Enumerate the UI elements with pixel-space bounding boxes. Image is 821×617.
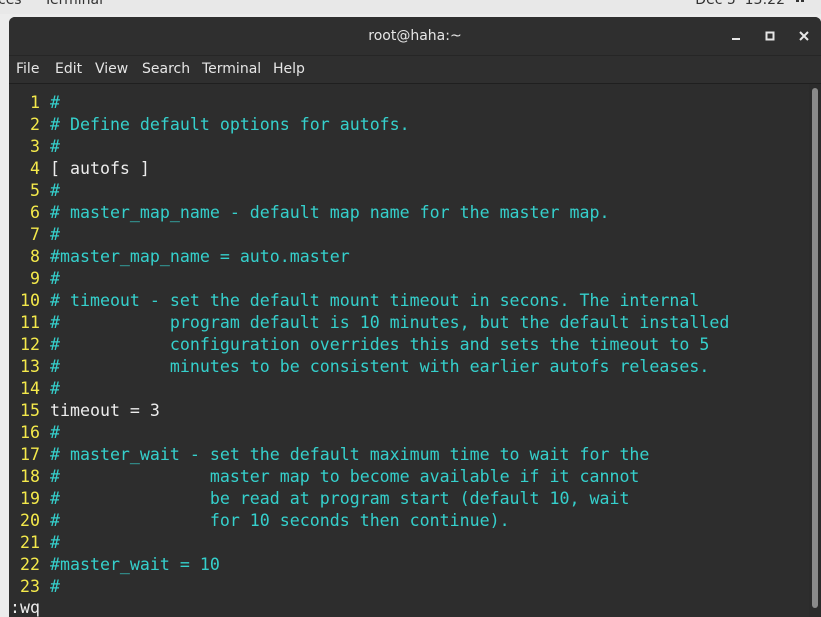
line-text: #	[50, 93, 60, 112]
line-text: # master_map_name - default map name for…	[50, 203, 610, 222]
line-number: 14	[20, 379, 40, 398]
editor-line: 8 #master_map_name = auto.master	[10, 246, 350, 268]
maximize-icon	[765, 31, 775, 41]
clock-label[interactable]: Dec 5 13:22	[695, 0, 785, 8]
close-button[interactable]	[794, 26, 814, 46]
system-menu-icon[interactable]	[795, 0, 811, 6]
scrollbar[interactable]	[809, 84, 821, 617]
menu-file[interactable]: File	[16, 61, 39, 77]
line-number: 21	[20, 533, 40, 552]
line-number: 17	[20, 445, 40, 464]
line-text: # master_wait - set the default maximum …	[50, 445, 650, 464]
editor-line: 19 # be read at program start (default 10…	[10, 488, 629, 510]
line-text: #	[50, 423, 60, 442]
line-text: [ autofs ]	[50, 159, 150, 178]
line-number: 16	[20, 423, 40, 442]
line-number: 13	[20, 357, 40, 376]
line-number: 20	[20, 511, 40, 530]
editor-line: 7 #	[10, 224, 60, 246]
line-text: # for 10 seconds then continue).	[50, 511, 510, 530]
window-title: root@haha:~	[368, 28, 462, 44]
editor-line: 2 # Define default options for autofs.	[10, 114, 410, 136]
minimize-button[interactable]	[726, 26, 746, 46]
line-text: #	[50, 225, 60, 244]
minimize-icon	[732, 38, 740, 40]
editor-line: 16 #	[10, 422, 60, 444]
line-text: # minutes to be consistent with earlier …	[50, 357, 710, 376]
line-text: # be read at program start (default 10, …	[50, 489, 630, 508]
editor-line: 18 # master map to become available if it…	[10, 466, 639, 488]
vim-command-line[interactable]: :wq	[10, 597, 40, 617]
scrollbar-thumb[interactable]	[812, 88, 818, 608]
editor-line: 14 #	[10, 378, 60, 400]
editor-line: 10 # timeout - set the default mount time…	[10, 290, 699, 312]
line-text: #master_wait = 10	[50, 555, 220, 574]
line-text: #	[50, 533, 60, 552]
desktop-top-bar: ces Terminal Dec 5 13:22	[0, 0, 821, 14]
editor-line: 6 # master_map_name - default map name fo…	[10, 202, 609, 224]
editor-line: 4 [ autofs ]	[10, 158, 150, 180]
line-text: timeout = 3	[50, 401, 160, 420]
line-number: 15	[20, 401, 40, 420]
line-text: # master map to become available if it c…	[50, 467, 640, 486]
line-number: 23	[20, 577, 40, 596]
line-number: 12	[20, 335, 40, 354]
menu-terminal[interactable]: Terminal	[202, 61, 261, 77]
line-text: # timeout - set the default mount timeou…	[50, 291, 700, 310]
terminal-content[interactable]: :wq 1 #2 # Define default options for auto…	[9, 84, 809, 617]
editor-line: 21 #	[10, 532, 60, 554]
editor-line: 12 # configuration overrides this and set…	[10, 334, 709, 356]
line-number: 19	[20, 489, 40, 508]
line-number: 7	[30, 225, 40, 244]
editor-line: 13 # minutes to be consistent with earlie…	[10, 356, 709, 378]
editor-line: 9 #	[10, 268, 60, 290]
maximize-button[interactable]	[760, 26, 780, 46]
line-number: 4	[30, 159, 40, 178]
line-number: 6	[30, 203, 40, 222]
line-text: #	[50, 181, 60, 200]
editor-line: 5 #	[10, 180, 60, 202]
line-number: 22	[20, 555, 40, 574]
activities-label[interactable]: ces Terminal	[0, 0, 103, 8]
line-text: # configuration overrides this and sets …	[50, 335, 710, 354]
line-text: # Define default options for autofs.	[50, 115, 410, 134]
title-bar[interactable]: root@haha:~	[9, 17, 821, 56]
line-number: 11	[20, 313, 40, 332]
editor-line: 22 #master_wait = 10	[10, 554, 220, 576]
line-number: 8	[30, 247, 40, 266]
menu-bar: File Edit View Search Terminal Help	[9, 56, 821, 84]
editor-line: 15 timeout = 3	[10, 400, 160, 422]
line-text: #master_map_name = auto.master	[50, 247, 350, 266]
line-text: #	[50, 577, 60, 596]
line-number: 2	[30, 115, 40, 134]
menu-help[interactable]: Help	[273, 61, 305, 77]
menu-search[interactable]: Search	[142, 61, 190, 77]
menu-edit[interactable]: Edit	[55, 61, 82, 77]
editor-line: 3 #	[10, 136, 60, 158]
line-text: # program default is 10 minutes, but the…	[50, 313, 730, 332]
close-icon	[799, 31, 809, 41]
line-number: 5	[30, 181, 40, 200]
line-text: #	[50, 379, 60, 398]
editor-line: 20 # for 10 seconds then continue).	[10, 510, 510, 532]
line-text: #	[50, 269, 60, 288]
line-number: 18	[20, 467, 40, 486]
terminal-window: root@haha:~ File Edit View Search Termin…	[9, 17, 821, 617]
menu-view[interactable]: View	[95, 61, 128, 77]
editor-line: 17 # master_wait - set the default maximu…	[10, 444, 649, 466]
editor-line: 11 # program default is 10 minutes, but t…	[10, 312, 729, 334]
line-number: 10	[20, 291, 40, 310]
line-number: 3	[30, 137, 40, 156]
editor-line: 23 #	[10, 576, 60, 598]
line-number: 1	[30, 93, 40, 112]
editor-line: 1 #	[10, 92, 60, 114]
line-text: #	[50, 137, 60, 156]
line-number: 9	[30, 269, 40, 288]
